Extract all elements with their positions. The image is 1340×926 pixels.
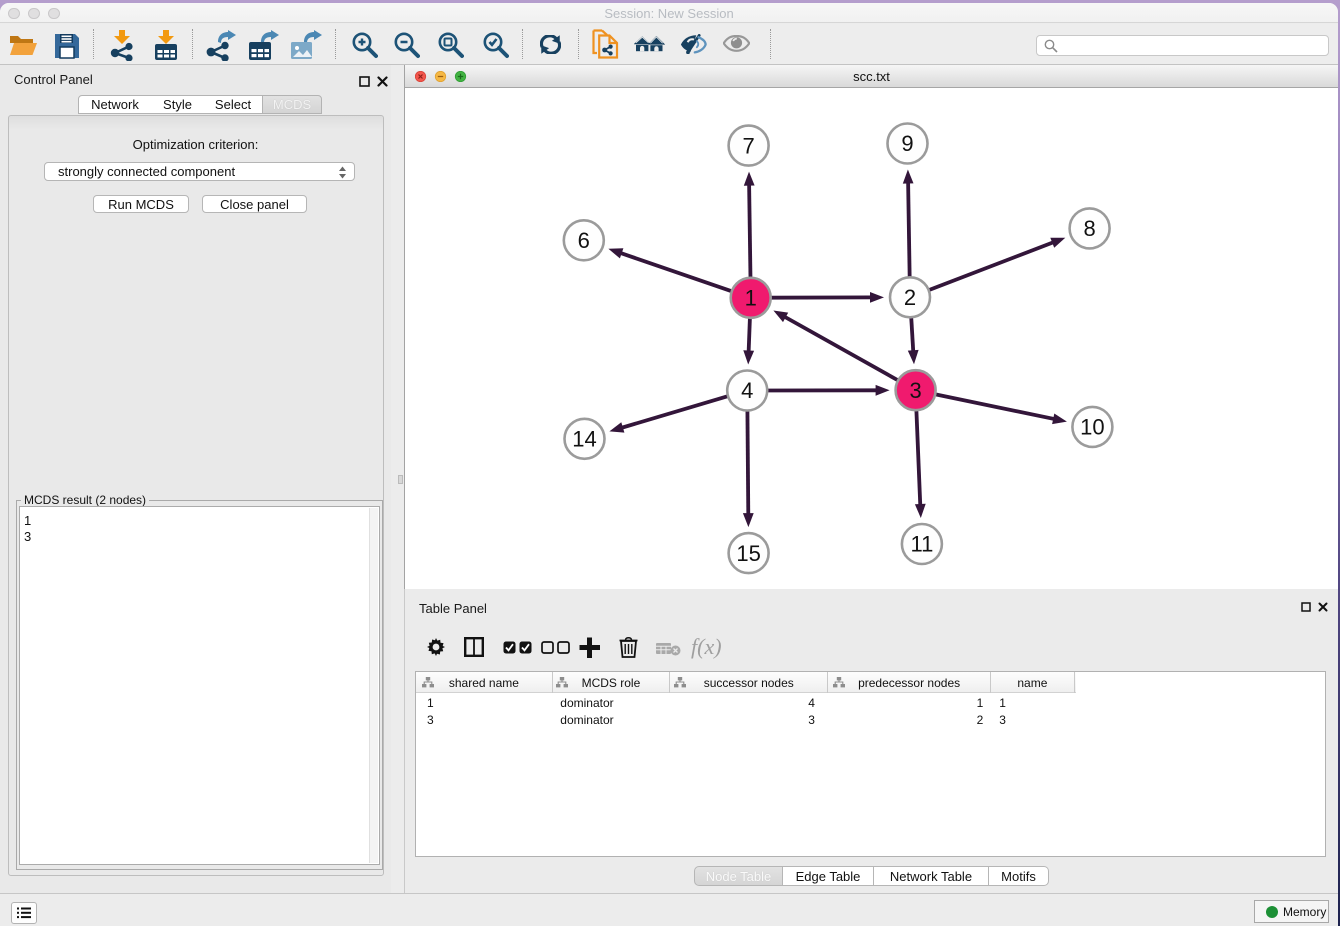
svg-text:7: 7 [742,133,754,158]
svg-text:1: 1 [745,286,757,311]
svg-text:8: 8 [1083,216,1095,241]
svg-text:4: 4 [741,378,753,403]
svg-text:9: 9 [901,131,913,156]
svg-text:14: 14 [572,427,596,452]
svg-text:10: 10 [1080,415,1104,440]
svg-text:15: 15 [736,541,760,566]
svg-text:6: 6 [578,228,590,253]
svg-text:11: 11 [910,532,933,557]
svg-text:2: 2 [904,285,916,310]
svg-text:3: 3 [909,378,921,403]
